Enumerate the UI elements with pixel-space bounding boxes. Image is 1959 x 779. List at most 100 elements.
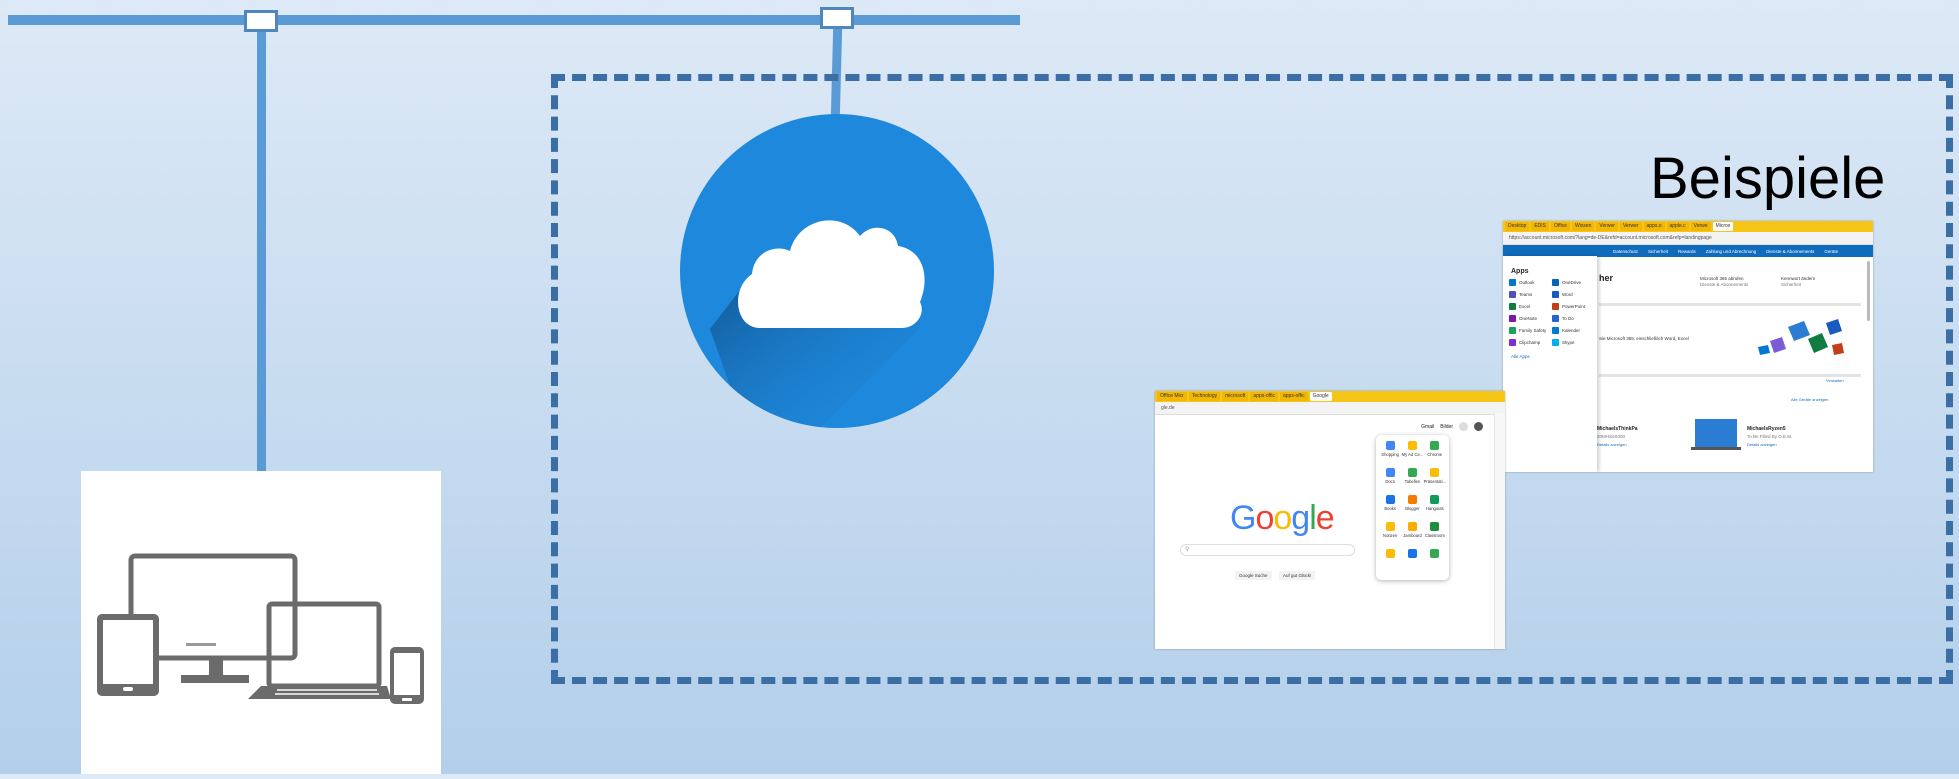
google-app-item[interactable]: Präsentati... (1424, 468, 1446, 484)
ms-app-item[interactable]: PowerPoint (1552, 303, 1591, 310)
app-icon (1552, 315, 1559, 322)
ms-scrollbar[interactable] (1867, 261, 1870, 321)
ms-nav-item[interactable]: Sicherheit (1648, 249, 1668, 254)
ms-nav-item[interactable]: Dienste & Abonnements (1766, 249, 1814, 254)
ms-info2-sub: Sicherheit (1781, 282, 1802, 287)
google-app-item[interactable]: Notizen (1379, 522, 1401, 538)
google-app-label: Jamboard (1403, 533, 1422, 538)
google-app-item[interactable]: Blogger (1401, 495, 1423, 511)
microsoft-account-screenshot: Desktop EDIS Office Wissen Verwer Verwer apps.… (1503, 221, 1873, 472)
ms-browser-tab[interactable]: Verwer (1596, 222, 1618, 231)
ms-app-item[interactable]: To Do (1552, 315, 1591, 322)
google-browser-tab[interactable]: apps-offic (1279, 392, 1308, 401)
ms-app-label: Family Safety (1519, 328, 1547, 333)
ms-app-item[interactable]: Excel (1509, 303, 1548, 310)
ms-device2-link[interactable]: Details anzeigen (1747, 442, 1777, 447)
ms-app-item[interactable]: Teams (1509, 291, 1548, 298)
google-app-item[interactable]: Classroom (1424, 522, 1446, 538)
devices-graphic (97, 553, 424, 704)
google-app-label: Books (1384, 506, 1396, 511)
ms-app-item[interactable]: Kalender (1552, 327, 1591, 334)
ms-tab-bar: Desktop EDIS Office Wissen Verwer Verwer apps.… (1503, 221, 1873, 232)
google-app-item[interactable]: My Ad Ce... (1401, 441, 1423, 457)
google-search-input[interactable]: ⚲ (1180, 544, 1355, 556)
app-icon (1552, 327, 1559, 334)
google-app-item[interactable]: Docs (1379, 468, 1401, 484)
google-browser-tab[interactable]: Office Micr (1157, 392, 1187, 401)
device-connection-line (257, 30, 266, 471)
app-icon (1509, 315, 1516, 322)
app-icon (1509, 303, 1516, 310)
ms-app-label: Outlook (1519, 280, 1535, 285)
ms-nav-item[interactable]: Datenschutz (1613, 249, 1638, 254)
google-app-item[interactable]: Tabellen (1401, 468, 1423, 484)
ms-browser-tab[interactable]: EDIS (1531, 222, 1550, 231)
avatar[interactable] (1474, 422, 1483, 431)
ms-app-label: To Do (1562, 316, 1574, 321)
images-link[interactable]: Bilder (1440, 424, 1453, 430)
ms-browser-tab[interactable]: apple.c (1666, 222, 1689, 231)
google-app-item[interactable] (1424, 549, 1446, 560)
bus-connector-right (820, 7, 854, 29)
ms-browser-tab[interactable]: Micros (1712, 222, 1734, 231)
ms-device2-name: MichaelsRyzen5 (1747, 426, 1786, 432)
google-app-item[interactable]: Hangouts (1424, 495, 1446, 511)
google-app-item[interactable] (1401, 549, 1423, 560)
ms-address-bar: https://account.microsoft.com/?lang=de-D… (1503, 232, 1873, 245)
google-address-bar: gle.de (1155, 402, 1505, 415)
ms-app-item[interactable]: Family Safety (1509, 327, 1548, 334)
google-browser-tab[interactable]: Google (1309, 392, 1332, 401)
google-app-icon (1430, 549, 1440, 558)
app-icon (1552, 279, 1559, 286)
google-logo-letter: o (1273, 499, 1292, 537)
ms-app-item[interactable]: Skype (1552, 339, 1591, 346)
apps-grid-icon[interactable] (1459, 422, 1468, 431)
google-search-button[interactable]: Google Suche (1235, 571, 1272, 580)
ms-browser-tab[interactable]: Wissen (1571, 222, 1595, 231)
google-app-icon (1407, 495, 1417, 504)
ms-device1-name: MichaelsThinkPa (1597, 426, 1638, 432)
ms-browser-tab[interactable]: Verwe (1690, 222, 1711, 231)
google-app-item[interactable]: Shopping (1379, 441, 1401, 457)
ms-nav-item[interactable]: Geräte (1824, 249, 1838, 254)
google-app-item[interactable]: Jamboard (1401, 522, 1423, 538)
ms-browser-tab[interactable]: Verwer (1619, 222, 1642, 231)
ms-app-label: OneNote (1519, 316, 1538, 321)
google-app-label: Blogger (1405, 506, 1420, 511)
google-app-icon (1430, 495, 1440, 504)
ms-browser-tab[interactable]: Desktop (1505, 222, 1530, 231)
google-browser-tab[interactable]: apps-offic (1250, 392, 1278, 401)
ms-browser-tab[interactable]: Office (1551, 222, 1570, 231)
google-app-label: Shopping (1381, 452, 1399, 457)
ms-app-item[interactable]: Clipchamp (1509, 339, 1548, 346)
ms-app-item[interactable]: OneDrive (1552, 279, 1591, 286)
ms-app-label: Excel (1519, 304, 1531, 309)
ms-app-label: Teams (1519, 292, 1533, 297)
ms-nav-item[interactable]: Rewards (1678, 249, 1696, 254)
ms-promo-text: Sie Microsoft 365, einschließlich Word, … (1599, 336, 1689, 341)
ms-apps-title: Apps (1511, 268, 1529, 275)
google-app-icon (1385, 522, 1395, 531)
ms-browser-tab[interactable]: apps.o (1643, 222, 1665, 231)
ms-app-item[interactable]: Outlook (1509, 279, 1548, 286)
google-browser-tab[interactable]: Technology (1188, 392, 1221, 401)
ms-all-apps-link[interactable]: Alle Apps (1511, 354, 1597, 359)
google-app-item[interactable]: Books (1379, 495, 1401, 511)
google-app-item[interactable]: Chrome (1424, 441, 1446, 457)
devices-icon (81, 471, 441, 774)
ms-info1-sub: Dienste & Abonnements (1700, 282, 1749, 287)
google-logo-letter: e (1315, 499, 1335, 537)
gmail-link[interactable]: Gmail (1421, 424, 1434, 430)
ms-all-devices-link[interactable]: Alle Geräte anzeigen (1791, 397, 1828, 402)
ms-app-item[interactable]: Word (1552, 291, 1591, 298)
ms-nav-item[interactable]: Zahlung und Abrechnung (1706, 249, 1756, 254)
google-app-label: Tabellen (1404, 479, 1421, 484)
ms-device1-link[interactable]: Details anzeigen (1597, 442, 1627, 447)
google-browser-tab[interactable]: microsoft (1222, 392, 1249, 401)
google-app-item[interactable] (1379, 549, 1401, 560)
ms-app-item[interactable]: OneNote (1509, 315, 1548, 322)
feeling-lucky-button[interactable]: Auf gut Glück! (1279, 571, 1316, 580)
ms-manage-link[interactable]: Verwalten (1826, 378, 1844, 383)
google-app-icon (1407, 522, 1417, 531)
ms-panel-title: Microsoft 365 (1557, 249, 1585, 254)
